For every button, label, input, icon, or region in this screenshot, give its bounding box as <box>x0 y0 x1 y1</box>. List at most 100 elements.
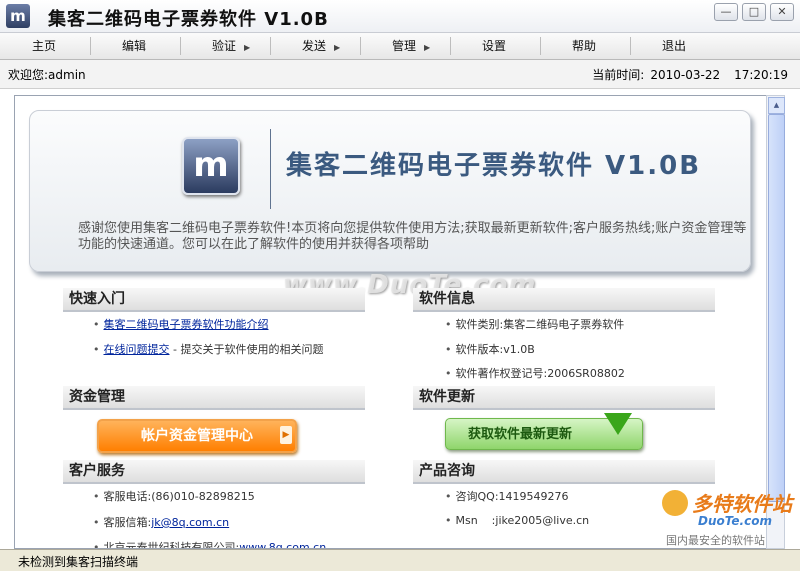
menu-manage-label: 管理 <box>392 39 417 53</box>
list-item: • Msn :jike2005@live.cn <box>445 514 589 527</box>
status-text: 未检测到集客扫描终端 <box>18 555 139 569</box>
vertical-scrollbar[interactable]: ▲ <box>766 95 785 549</box>
fund-management-label: 帐户资金管理中心 <box>141 428 253 444</box>
submit-question-note: - 提交关于软件使用的相关问题 <box>173 343 324 356</box>
update-heading: 软件更新 <box>413 386 715 410</box>
menu-manage[interactable]: 管理 ▶ <box>392 33 430 59</box>
list-item: • 客服电话:(86)010-82898215 <box>93 488 255 504</box>
submenu-arrow-icon: ▶ <box>334 43 341 52</box>
bullet-icon: • <box>93 490 100 503</box>
app-icon: m <box>6 4 30 28</box>
menu-separator <box>360 37 361 55</box>
title-bar: m 集客二维码电子票券软件 V1.0B — □ ✕ <box>0 0 800 33</box>
window-controls: — □ ✕ <box>714 3 794 21</box>
consult-qq: 咨询QQ:1419549276 <box>455 490 569 503</box>
customer-service-heading: 客户服务 <box>63 460 365 484</box>
menu-separator <box>180 37 181 55</box>
menu-bar: 主页 编辑 验证 ▶ 发送 ▶ 管理 ▶ 设置 帮助 退出 <box>0 33 800 60</box>
bullet-icon: • <box>445 367 452 380</box>
menu-settings-label: 设置 <box>482 39 507 53</box>
status-bar: 未检测到集客扫描终端 <box>0 549 800 571</box>
copyright-number: 软件著作权登记号:2006SR08802 <box>455 367 625 380</box>
menu-edit[interactable]: 编辑 <box>122 33 146 59</box>
bullet-icon: • <box>93 343 100 356</box>
logo-m-icon: m <box>182 137 240 195</box>
banner-title: 集客二维码电子票券软件 V1.0B <box>286 151 702 181</box>
software-info-heading: 软件信息 <box>413 288 715 312</box>
badge-slogan: 国内最安全的软件站 <box>666 534 765 547</box>
welcome-text: 欢迎您:admin <box>8 68 86 82</box>
menu-help[interactable]: 帮助 <box>572 33 596 59</box>
menu-edit-label: 编辑 <box>122 39 147 53</box>
current-time: 当前时间: 2010-03-22 17:20:19 <box>586 66 788 83</box>
service-email-link[interactable]: jk@8q.com.cn <box>151 516 229 529</box>
scrollbar-thumb[interactable] <box>768 114 785 502</box>
list-item: • 软件版本:v1.0B <box>445 341 535 357</box>
software-version: 软件版本:v1.0B <box>455 343 535 356</box>
list-item: • 集客二维码电子票券软件功能介绍 <box>93 316 269 332</box>
current-date-value: 2010-03-22 <box>650 68 721 82</box>
welcome-banner: m 集客二维码电子票券软件 V1.0B 感谢您使用集客二维码电子票券软件!本页将… <box>29 110 751 272</box>
bullet-icon: • <box>445 318 452 331</box>
banner-divider <box>270 129 271 209</box>
badge-title: 多特软件站 <box>692 492 792 516</box>
window-title: 集客二维码电子票券软件 V1.0B <box>48 9 329 30</box>
maximize-button[interactable]: □ <box>742 3 766 21</box>
product-consult-heading: 产品咨询 <box>413 460 715 484</box>
menu-separator <box>90 37 91 55</box>
menu-separator <box>450 37 451 55</box>
list-item: • 北京元泰世纪科技有限公司:www.8q.com.cn <box>93 539 326 549</box>
menu-send-label: 发送 <box>302 39 327 53</box>
list-item: • 软件著作权登记号:2006SR08802 <box>445 365 625 381</box>
banner-description: 感谢您使用集客二维码电子票券软件!本页将向您提供软件使用方法;获取最新更新软件;… <box>78 221 747 252</box>
mascot-icon <box>662 490 688 516</box>
close-button[interactable]: ✕ <box>770 3 794 21</box>
feature-intro-link[interactable]: 集客二维码电子票券软件功能介绍 <box>104 318 269 331</box>
menu-home[interactable]: 主页 <box>32 33 56 59</box>
submenu-arrow-icon: ▶ <box>424 43 431 52</box>
badge-site: DuoTe.com <box>698 514 772 528</box>
current-time-value: 17:20:19 <box>734 68 788 82</box>
company-label: 北京元泰世纪科技有限公司: <box>103 541 240 549</box>
menu-separator <box>630 37 631 55</box>
list-item: • 软件类别:集客二维码电子票券软件 <box>445 316 624 332</box>
bullet-icon: • <box>93 541 100 549</box>
funds-heading: 资金管理 <box>63 386 365 410</box>
company-website-link[interactable]: www.8q.com.cn <box>239 541 326 548</box>
download-arrow-icon <box>604 413 632 435</box>
menu-help-label: 帮助 <box>572 39 597 53</box>
minimize-button[interactable]: — <box>714 3 738 21</box>
menu-settings[interactable]: 设置 <box>482 33 506 59</box>
get-update-label: 获取软件最新更新 <box>468 427 573 442</box>
menu-exit-label: 退出 <box>662 39 687 53</box>
home-panel: m 集客二维码电子票券软件 V1.0B 感谢您使用集客二维码电子票券软件!本页将… <box>14 95 768 549</box>
duote-badge: 多特软件站 DuoTe.com 国内最安全的软件站 <box>662 484 798 550</box>
bullet-icon: • <box>445 490 452 503</box>
bullet-icon: • <box>93 318 100 331</box>
get-update-button[interactable]: 获取软件最新更新 <box>445 413 643 450</box>
menu-separator <box>270 37 271 55</box>
arrow-right-icon: ▶ <box>280 426 292 444</box>
menu-verify[interactable]: 验证 ▶ <box>212 33 250 59</box>
info-bar: 欢迎您:admin 当前时间: 2010-03-22 17:20:19 <box>0 60 800 89</box>
bullet-icon: • <box>445 514 452 527</box>
list-item: • 在线问题提交 - 提交关于软件使用的相关问题 <box>93 341 323 357</box>
software-category: 软件类别:集客二维码电子票券软件 <box>455 318 625 331</box>
quick-start-heading: 快速入门 <box>63 288 365 312</box>
list-item: • 咨询QQ:1419549276 <box>445 488 569 504</box>
menu-separator <box>540 37 541 55</box>
bullet-icon: • <box>445 343 452 356</box>
list-item: • 客服信箱:jk@8q.com.cn <box>93 514 229 530</box>
submenu-arrow-icon: ▶ <box>244 43 251 52</box>
consult-msn: Msn :jike2005@live.cn <box>455 514 590 527</box>
scroll-up-icon[interactable]: ▲ <box>768 97 785 114</box>
service-phone: 客服电话:(86)010-82898215 <box>103 490 255 503</box>
menu-home-label: 主页 <box>32 39 57 53</box>
menu-send[interactable]: 发送 ▶ <box>302 33 340 59</box>
fund-management-button[interactable]: 帐户资金管理中心 ▶ <box>97 419 297 453</box>
bullet-icon: • <box>93 516 100 529</box>
service-email-label: 客服信箱: <box>103 516 152 529</box>
time-label: 当前时间: <box>592 68 645 82</box>
menu-exit[interactable]: 退出 <box>662 33 686 59</box>
submit-question-link[interactable]: 在线问题提交 <box>104 343 170 356</box>
